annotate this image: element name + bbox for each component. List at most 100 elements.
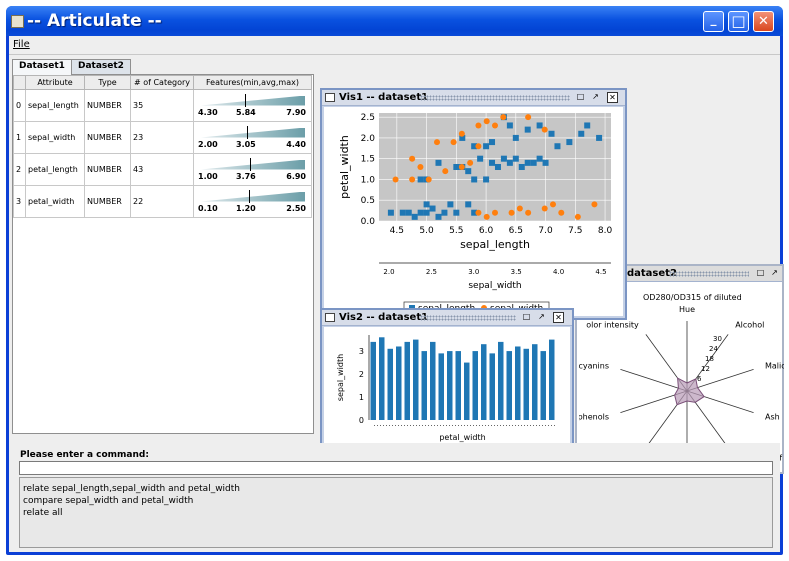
data-point [477,155,484,162]
y-tick-label: 2 [359,370,364,379]
minimize-button[interactable]: _ [703,11,724,32]
data-point [453,209,460,216]
range-wedge [201,191,305,202]
table-row[interactable]: 0 sepal_length NUMBER 35 4.30 5.84 7.90 [13,89,312,122]
data-point [566,139,573,146]
table-row[interactable]: 2 petal_length NUMBER 43 1.00 3.76 6.90 [13,153,312,186]
x-tick-mark [386,425,387,426]
tab-dataset1[interactable]: Dataset1 [12,59,72,75]
title-bar[interactable]: -- Articulate -- _ □ ✕ [6,6,783,36]
data-point [541,126,548,133]
radar-axis [620,368,688,392]
vis1-close-icon[interactable]: ✕ [607,92,618,103]
data-point [423,209,430,216]
col-features-header[interactable]: Features(min,avg,max) [193,75,312,90]
feature-min: 4.30 [198,107,218,117]
data-point [434,139,440,146]
command-history[interactable]: relate sepal_length,sepal_width and peta… [19,477,773,548]
cell-attribute: sepal_width [25,121,85,154]
history-line[interactable]: relate all [23,507,769,519]
data-point [516,205,523,212]
col-index-header[interactable] [13,75,26,90]
bar [489,353,495,420]
cell-category-count: 23 [130,121,194,154]
window-icon [325,313,335,322]
attribute-table: Attribute Type # of Category Features(mi… [13,75,312,218]
data-point [458,164,465,170]
table-row[interactable]: 1 sepal_width NUMBER 23 2.00 3.05 4.40 [13,121,312,154]
data-point [435,213,442,220]
vis3-maximize-icon[interactable]: ↗ [769,268,780,279]
x-tick-mark [383,425,384,426]
close-button[interactable]: ✕ [753,11,774,32]
vis3-restore-icon[interactable]: □ [755,268,766,279]
x-tick-mark [476,425,477,426]
vis2-titlebar[interactable]: Vis2 -- dataset1 □ ↗ ✕ [322,310,572,326]
maximize-button[interactable]: □ [728,11,749,32]
x-tick-mark [533,425,534,426]
feature-max: 4.40 [286,139,306,149]
command-input[interactable] [19,461,773,475]
feature-min: 2.00 [198,139,218,149]
x-tick-mark [428,425,429,426]
cell-attribute: sepal_length [25,89,85,122]
data-point [409,155,416,162]
y-tick-label: 1.5 [361,155,375,165]
x-tick-mark [530,425,531,426]
data-point [554,143,561,150]
x-tick-mark [554,425,555,426]
history-line[interactable]: relate sepal_length,sepal_width and peta… [23,483,769,495]
data-point [548,130,555,137]
x-tick-mark [539,425,540,426]
vis2-close-icon[interactable]: ✕ [553,312,564,323]
x-tick-mark [374,425,375,426]
data-point [387,209,394,216]
data-point [574,213,581,220]
bar [481,344,487,420]
vis1-maximize-icon[interactable]: ↗ [590,92,601,103]
vis1-body: 0.0 0.5 1.0 1.5 2.0 2.5 4.5 5.0 5.5 6.0 6.5 7.0 7.5 8… [324,107,623,316]
x-tick-mark [425,425,426,426]
scatter-chart: 0.0 0.5 1.0 1.5 2.0 2.5 4.5 5.0 5.5 6.0 6.5 7.0 7.5 8… [338,113,612,315]
cell-index: 2 [13,153,26,186]
data-point [442,168,449,175]
table-row[interactable]: 3 petal_width NUMBER 22 0.10 1.20 2.50 [13,185,312,218]
minimize-icon: _ [710,12,717,26]
col-type-header[interactable]: Type [84,75,131,90]
vis1-restore-icon[interactable]: □ [575,92,586,103]
x-tick-mark [410,425,411,426]
vis2-maximize-icon[interactable]: ↗ [536,312,547,323]
data-point [508,209,515,216]
vis2-restore-icon[interactable]: □ [521,312,532,323]
x2-tick-label: 2.0 [383,268,394,276]
bar [472,351,478,420]
vis1-window[interactable]: Vis1 -- dataset1 □ ↗ ✕ 0.0 0.5 1.0 1.5 2.0 2.… [320,88,627,320]
tab-dataset2[interactable]: Dataset2 [71,59,131,74]
cell-index: 3 [13,185,26,218]
menu-file[interactable]: File [13,39,30,50]
bar [523,348,529,420]
data-point [512,134,519,141]
data-point [429,205,436,212]
x-tick-mark [446,425,447,426]
col-category-header[interactable]: # of Category [130,75,194,90]
x-tick-mark [407,425,408,426]
x-tick-mark [404,425,405,426]
x-tick-mark [542,425,543,426]
x-tick-label: 4.5 [390,226,404,236]
ring-tick-label: 6 [697,375,702,383]
data-point [423,201,430,208]
cell-features: 4.30 5.84 7.90 [193,89,312,122]
vis1-titlebar[interactable]: Vis1 -- dataset1 □ ↗ ✕ [322,90,625,106]
col-attribute-header[interactable]: Attribute [25,75,85,90]
bar [549,339,555,420]
data-point [441,209,448,216]
range-wedge [201,127,305,138]
command-prompt-label: Please enter a command: [20,450,149,460]
x-tick-mark [416,425,417,426]
close-icon: ✕ [758,14,769,29]
data-point [425,176,432,183]
feature-max: 7.90 [286,107,306,117]
history-line[interactable]: compare sepal_width and petal_width [23,495,769,507]
bar [387,348,393,420]
